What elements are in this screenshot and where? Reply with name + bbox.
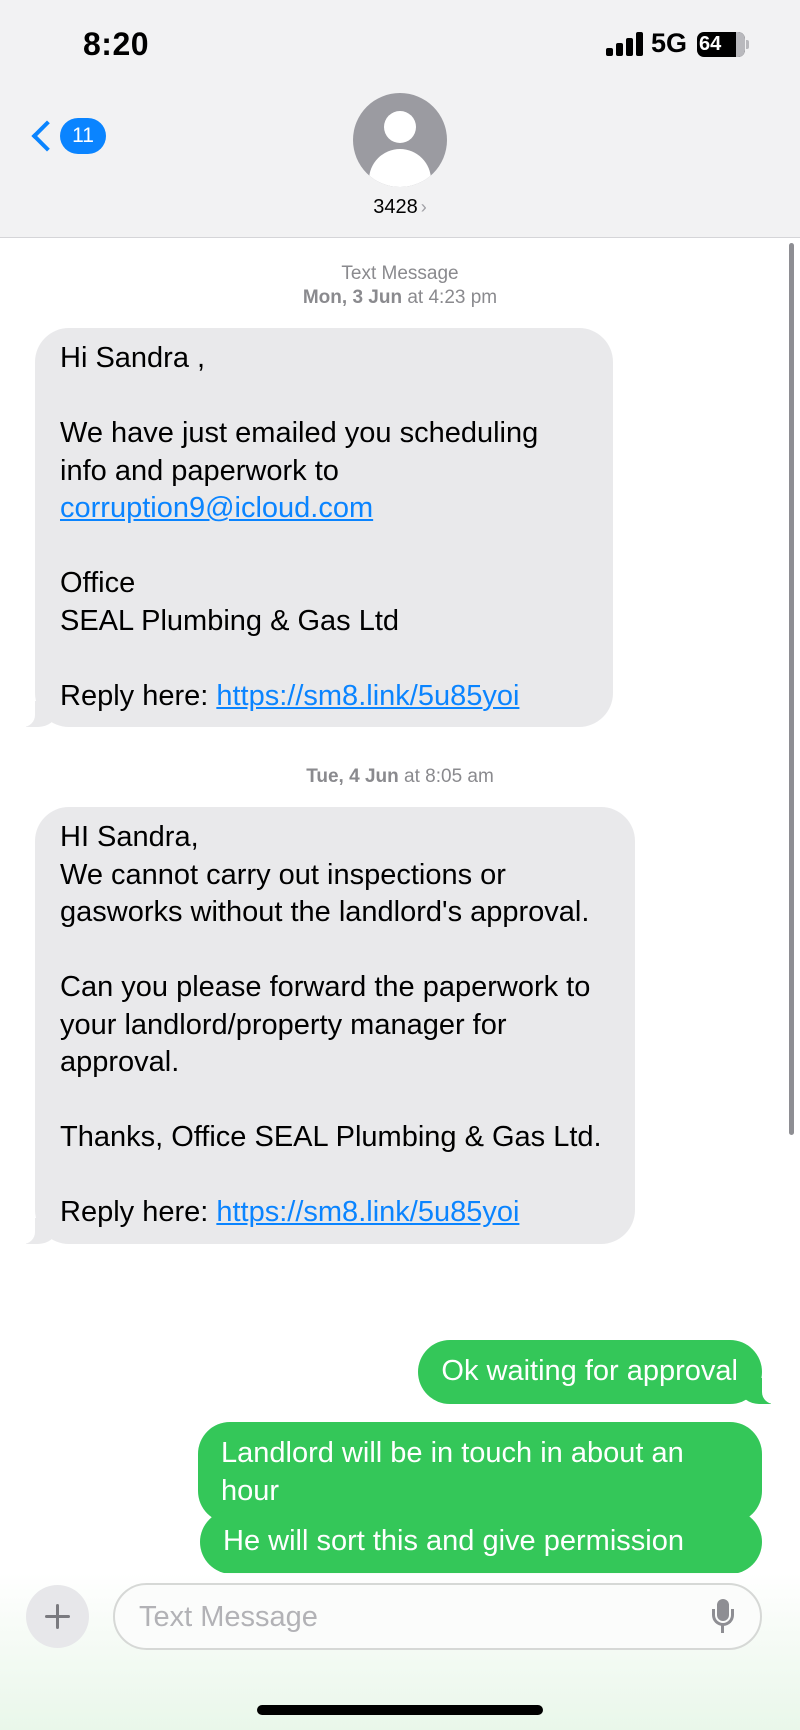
timestamp-time: at 4:23 pm bbox=[407, 287, 498, 308]
scrollbar[interactable] bbox=[789, 243, 794, 1135]
conversation-header: 8:20 5G 64 11 3428 › bbox=[0, 0, 800, 238]
status-time: 8:20 bbox=[83, 26, 150, 62]
message-input-placeholder: Text Message bbox=[139, 1601, 318, 1633]
battery-level: 64 bbox=[699, 33, 722, 55]
plus-icon[interactable] bbox=[26, 1585, 89, 1648]
signal-icon bbox=[606, 32, 644, 56]
timestamp-header: Tue, 4 Jun at 8:05 am bbox=[0, 765, 800, 789]
outgoing-message-bubble[interactable]: Landlord will be in touch in about an ho… bbox=[198, 1422, 762, 1523]
reply-link[interactable]: https://sm8.link/5u85yoi bbox=[216, 1196, 519, 1228]
timestamp-label: Text Message bbox=[341, 263, 459, 284]
back-chevron-icon bbox=[31, 120, 63, 152]
timestamp-time: at 8:05 am bbox=[404, 766, 494, 787]
contact-name[interactable]: 3428 › bbox=[0, 196, 800, 219]
network-type: 5G bbox=[651, 28, 688, 58]
home-indicator[interactable] bbox=[257, 1705, 543, 1715]
timestamp-day: Mon, 3 Jun bbox=[302, 287, 403, 308]
reply-link[interactable]: https://sm8.link/5u85yoi bbox=[216, 680, 519, 712]
contact-avatar-icon[interactable] bbox=[353, 93, 447, 187]
timestamp-day: Tue, 4 Jun bbox=[306, 766, 399, 787]
message-text: Hi Sandra , We have just emailed you sch… bbox=[60, 342, 539, 487]
unread-count-badge: 11 bbox=[60, 118, 106, 154]
email-link[interactable]: corruption9@icloud.com bbox=[60, 492, 373, 524]
outgoing-message-bubble[interactable]: He will sort this and give permission bbox=[200, 1510, 762, 1574]
contact-name-label: 3428 bbox=[373, 196, 418, 218]
back-button[interactable]: 11 bbox=[28, 118, 106, 154]
microphone-icon[interactable] bbox=[712, 1599, 734, 1635]
chevron-right-icon: › bbox=[420, 197, 427, 217]
battery-tip bbox=[746, 40, 749, 49]
battery-icon: 64 bbox=[697, 32, 745, 57]
incoming-message-bubble[interactable]: HI Sandra, We cannot carry out inspectio… bbox=[15, 807, 635, 1244]
message-input[interactable]: Text Message bbox=[113, 1583, 762, 1650]
outgoing-message-bubble[interactable]: Ok waiting for approval bbox=[418, 1340, 782, 1404]
incoming-message-bubble[interactable]: Hi Sandra , We have just emailed you sch… bbox=[15, 328, 613, 727]
timestamp-header: Text Message Mon, 3 Jun at 4:23 pm bbox=[0, 262, 800, 310]
message-text: HI Sandra, We cannot carry out inspectio… bbox=[60, 821, 602, 1228]
